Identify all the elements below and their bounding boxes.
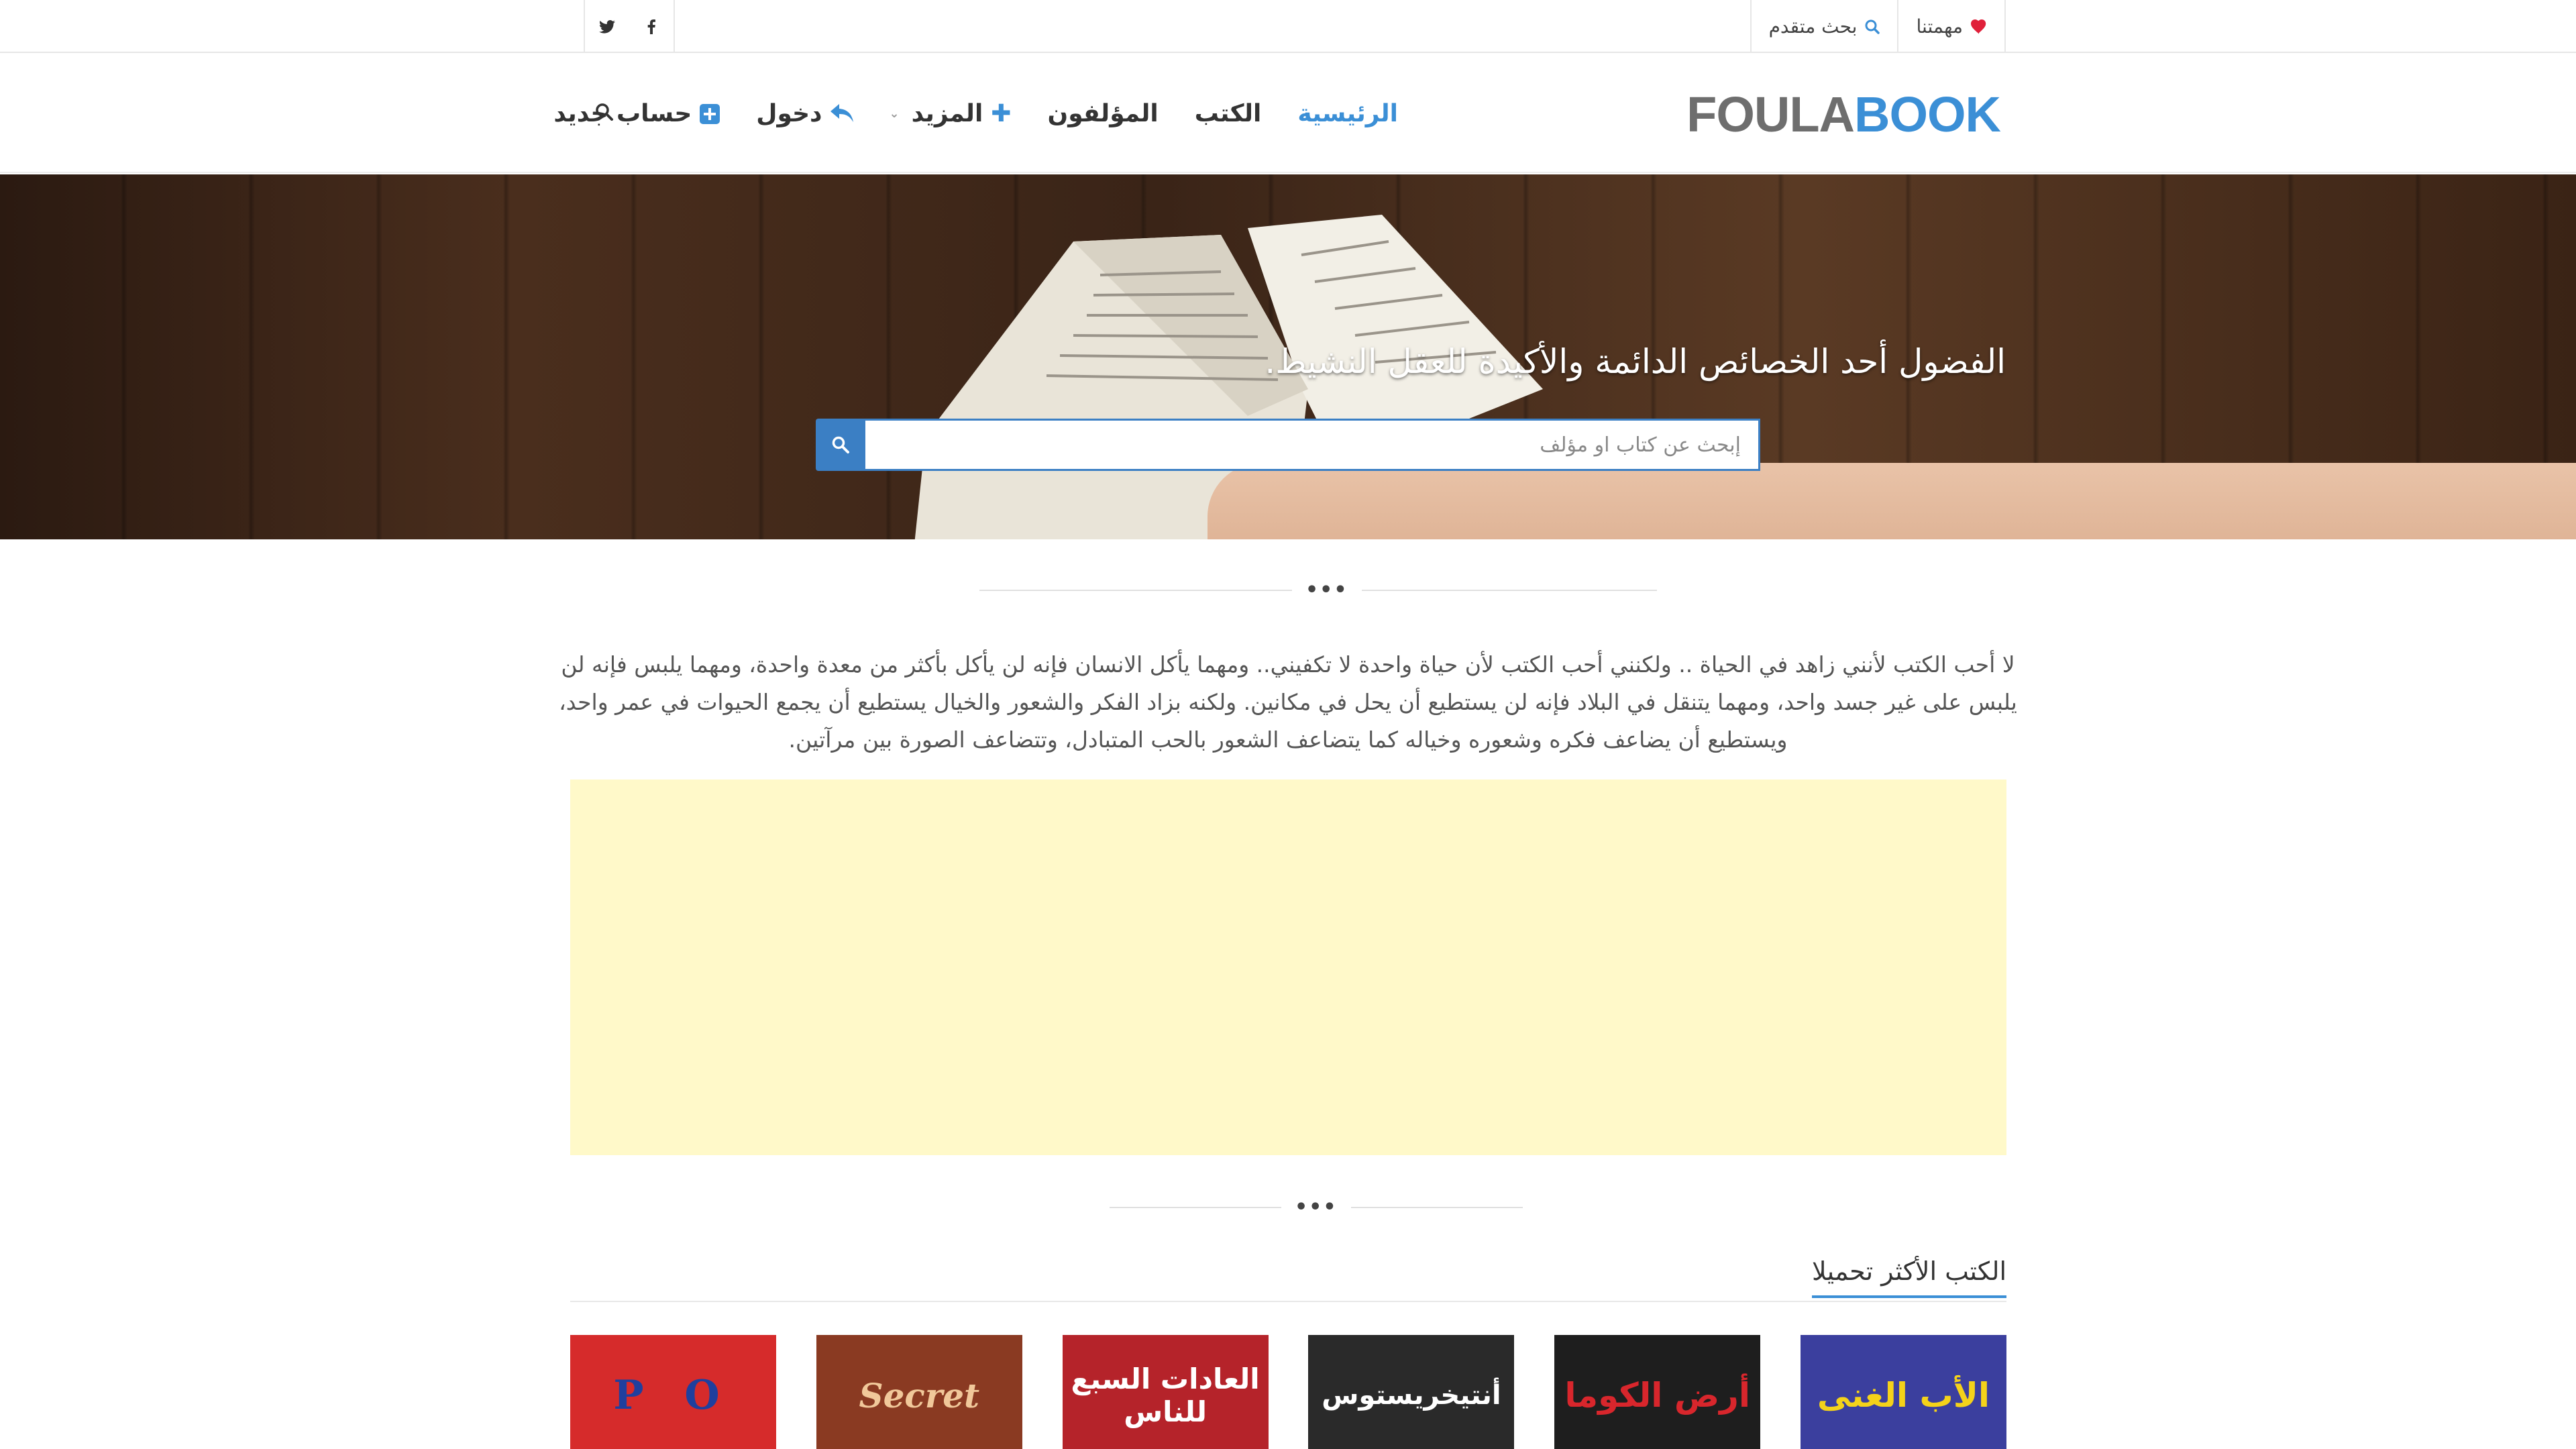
search-icon bbox=[832, 436, 849, 453]
plus-square-icon bbox=[700, 103, 720, 124]
section-divider: ••• bbox=[979, 578, 1657, 602]
divider-line bbox=[1361, 590, 1657, 591]
book-card[interactable]: P O bbox=[570, 1335, 776, 1449]
advanced-search-label: بحث متقدم bbox=[1768, 15, 1858, 38]
twitter-icon bbox=[599, 19, 615, 34]
nav-books-label: الكتب bbox=[1194, 100, 1262, 127]
nav-books[interactable]: الكتب bbox=[1195, 100, 1262, 127]
mission-label: مهمتنا bbox=[1916, 15, 1963, 38]
search-icon bbox=[596, 103, 613, 121]
intro-paragraph: لا أحب الكتب لأنني زاهد في الحياة .. ولك… bbox=[559, 651, 2017, 753]
top-links: مهمتنا بحث متقدم bbox=[1750, 0, 2006, 53]
book-cover: العادات السبع للناس bbox=[1062, 1335, 1269, 1449]
book-cover-title: Secret bbox=[859, 1375, 980, 1415]
twitter-link[interactable] bbox=[585, 0, 629, 53]
nav-more-dropdown[interactable]: ✚ المزيد ⌄ bbox=[890, 100, 1012, 127]
reply-arrow-icon bbox=[830, 103, 853, 122]
nav-home-label: الرئيسية bbox=[1297, 100, 1398, 127]
site-logo[interactable]: FOULA BOOK bbox=[1686, 87, 2001, 142]
book-card[interactable]: Secret bbox=[816, 1335, 1022, 1449]
book-card[interactable]: العادات السبع للناس bbox=[1062, 1335, 1269, 1449]
most-downloaded-title: الكتب الأكثر تحميلا bbox=[1811, 1256, 2006, 1298]
facebook-link[interactable] bbox=[629, 0, 674, 53]
main-nav: الرئيسية الكتب المؤلفون ✚ المزيد ⌄ دخول … bbox=[553, 54, 1398, 173]
social-links bbox=[584, 0, 675, 53]
book-cover-title: العادات السبع للناس bbox=[1071, 1362, 1260, 1428]
book-cover-title: P O bbox=[613, 1372, 733, 1419]
book-cover: الأب الغنى bbox=[1800, 1335, 2006, 1449]
hero-search-button[interactable] bbox=[816, 419, 865, 471]
nav-authors-label: المؤلفون bbox=[1047, 100, 1159, 127]
book-cover-title: الأب الغنى bbox=[1817, 1376, 1990, 1415]
hero-quote: الفضول أحد الخصائص الدائمة والأكيدة للعق… bbox=[1265, 342, 2006, 381]
logo-text-part2: BOOK bbox=[1854, 86, 2001, 142]
logo-text-part1: FOULA bbox=[1686, 86, 1855, 142]
book-card[interactable]: الأب الغنى bbox=[1800, 1335, 2006, 1449]
book-cover: أنتيخريستوس bbox=[1308, 1335, 1515, 1449]
chevron-down-icon: ⌄ bbox=[889, 107, 900, 121]
book-card[interactable]: أنتيخريستوس bbox=[1308, 1335, 1515, 1449]
divider-line bbox=[979, 590, 1292, 591]
header-search-button[interactable] bbox=[594, 102, 617, 125]
book-cover: P O bbox=[570, 1335, 776, 1449]
nav-register[interactable]: حساب جديد bbox=[553, 100, 720, 127]
facebook-icon bbox=[647, 19, 655, 34]
hand-image bbox=[1208, 463, 2576, 539]
divider-dots: ••• bbox=[1295, 1195, 1338, 1219]
nav-login-label: دخول bbox=[756, 100, 822, 127]
hero-search-input[interactable] bbox=[865, 419, 1760, 471]
book-cover: أرض الكوما bbox=[1554, 1335, 1761, 1449]
divider-dots: ••• bbox=[1305, 578, 1348, 602]
mission-link[interactable]: مهمتنا bbox=[1897, 0, 2004, 53]
advertisement-slot[interactable] bbox=[570, 780, 2006, 1155]
section-divider: ••• bbox=[1110, 1195, 1523, 1219]
plus-icon: ✚ bbox=[991, 100, 1012, 127]
heart-icon bbox=[1971, 19, 1986, 34]
nav-register-label: حساب جديد bbox=[553, 100, 692, 127]
most-downloaded-books: الأب الغنى أرض الكوما أنتيخريستوس العادا… bbox=[570, 1335, 2006, 1449]
nav-authors[interactable]: المؤلفون bbox=[1047, 100, 1158, 127]
top-bar: مهمتنا بحث متقدم bbox=[0, 0, 2576, 53]
advanced-search-link[interactable]: بحث متقدم bbox=[1750, 0, 1898, 53]
divider-line bbox=[1110, 1207, 1281, 1208]
nav-home[interactable]: الرئيسية bbox=[1297, 100, 1398, 127]
hero-search-bar bbox=[816, 419, 1760, 471]
book-cover: Secret bbox=[816, 1335, 1022, 1449]
nav-login[interactable]: دخول bbox=[756, 100, 853, 127]
most-downloaded-header: الكتب الأكثر تحميلا bbox=[570, 1256, 2006, 1302]
nav-more-label: المزيد bbox=[911, 100, 983, 127]
book-card[interactable]: أرض الكوما bbox=[1554, 1335, 1761, 1449]
search-icon bbox=[1865, 19, 1880, 34]
book-cover-title: أرض الكوما bbox=[1564, 1376, 1751, 1415]
book-cover-title: أنتيخريستوس bbox=[1322, 1380, 1501, 1411]
divider-line bbox=[1350, 1207, 1523, 1208]
